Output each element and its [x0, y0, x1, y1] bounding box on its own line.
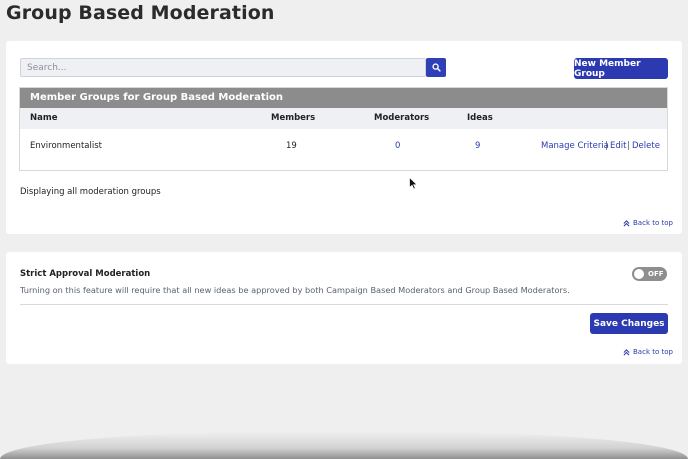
action-separator: |: [605, 141, 608, 151]
back-to-top-label: Back to top: [633, 348, 673, 356]
delete-link[interactable]: Delete: [632, 129, 660, 163]
page-title: Group Based Moderation: [6, 2, 275, 24]
strict-approval-description: Turning on this feature will require tha…: [20, 285, 570, 295]
ideas-count-link[interactable]: 9: [475, 129, 480, 163]
manage-criteria-link[interactable]: Manage Criteria: [541, 129, 609, 163]
toggle-knob: [634, 269, 644, 279]
members-count: 19: [286, 141, 297, 151]
table-row: Environmentalist 19 0 9 Manage Criteria …: [20, 129, 667, 163]
search-box: [20, 58, 426, 77]
action-separator: |: [627, 141, 630, 151]
strict-approval-toggle[interactable]: OFF: [632, 267, 667, 281]
search-input[interactable]: [21, 59, 425, 76]
displaying-status: Displaying all moderation groups: [20, 187, 161, 197]
strict-approval-title: Strict Approval Moderation: [20, 269, 151, 279]
save-changes-button[interactable]: Save Changes: [590, 313, 668, 334]
toggle-state-label: OFF: [648, 270, 664, 278]
divider: [20, 304, 668, 305]
moderators-count-link[interactable]: 0: [395, 129, 400, 163]
mouse-cursor-icon: [409, 177, 418, 190]
column-header-moderators: Moderators: [374, 113, 430, 123]
search-icon: [431, 63, 441, 72]
back-to-top-link[interactable]: Back to top: [623, 219, 673, 227]
table-header-row: Name Members Moderators Ideas: [20, 108, 667, 129]
search-button[interactable]: [426, 58, 446, 77]
new-member-group-button[interactable]: New Member Group: [574, 58, 668, 79]
member-groups-table: Member Groups for Group Based Moderation…: [19, 87, 668, 171]
bottom-shadow: [0, 432, 688, 459]
column-header-members: Members: [271, 113, 316, 123]
double-chevron-up-icon: [623, 348, 630, 355]
edit-link[interactable]: Edit: [610, 129, 626, 163]
back-to-top-link[interactable]: Back to top: [623, 348, 673, 356]
column-header-ideas: Ideas: [467, 113, 493, 123]
strict-approval-card: Strict Approval Moderation Turning on th…: [6, 252, 682, 364]
table-title: Member Groups for Group Based Moderation: [20, 88, 667, 108]
group-name: Environmentalist: [30, 141, 102, 151]
double-chevron-up-icon: [623, 219, 630, 226]
back-to-top-label: Back to top: [633, 219, 673, 227]
column-header-name: Name: [30, 113, 58, 123]
member-groups-card: New Member Group Member Groups for Group…: [6, 41, 682, 234]
